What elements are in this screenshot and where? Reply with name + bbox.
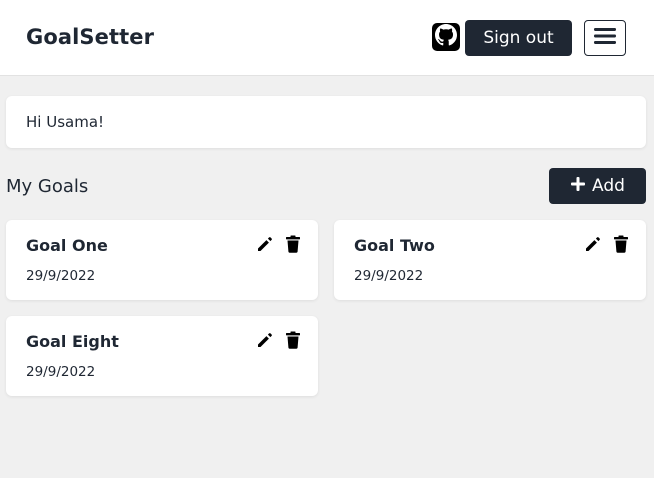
brand-title[interactable]: GoalSetter	[26, 25, 154, 49]
greeting-card: Hi Usama!	[6, 96, 646, 148]
goal-card: Goal One 29/9/2022	[6, 220, 318, 300]
trash-icon[interactable]	[284, 331, 302, 349]
pencil-icon[interactable]	[584, 235, 602, 253]
goal-actions	[584, 235, 630, 253]
goal-date: 29/9/2022	[26, 268, 96, 284]
goal-date: 29/9/2022	[26, 364, 96, 380]
goal-title: Goal Eight	[26, 332, 119, 351]
pencil-icon[interactable]	[256, 331, 274, 349]
plus-icon	[570, 176, 586, 197]
trash-icon[interactable]	[284, 235, 302, 253]
goal-title: Goal Two	[354, 236, 435, 255]
navbar: GoalSetter Sign out	[0, 0, 654, 76]
hamburger-menu-icon	[593, 26, 617, 50]
sign-out-button[interactable]: Sign out	[465, 20, 572, 56]
add-goal-label: Add	[592, 176, 625, 196]
goal-card: Goal Two 29/9/2022	[334, 220, 646, 300]
goal-actions	[256, 235, 302, 253]
goal-date: 29/9/2022	[354, 268, 424, 284]
github-icon	[435, 24, 457, 50]
menu-button[interactable]	[584, 20, 626, 56]
add-goal-button[interactable]: Add	[549, 168, 646, 204]
goal-card: Goal Eight 29/9/2022	[6, 316, 318, 396]
greeting-text: Hi Usama!	[26, 113, 105, 131]
goal-title: Goal One	[26, 236, 108, 255]
github-link[interactable]	[432, 23, 460, 51]
trash-icon[interactable]	[612, 235, 630, 253]
section-title: My Goals	[6, 176, 89, 197]
pencil-icon[interactable]	[256, 235, 274, 253]
goal-actions	[256, 331, 302, 349]
